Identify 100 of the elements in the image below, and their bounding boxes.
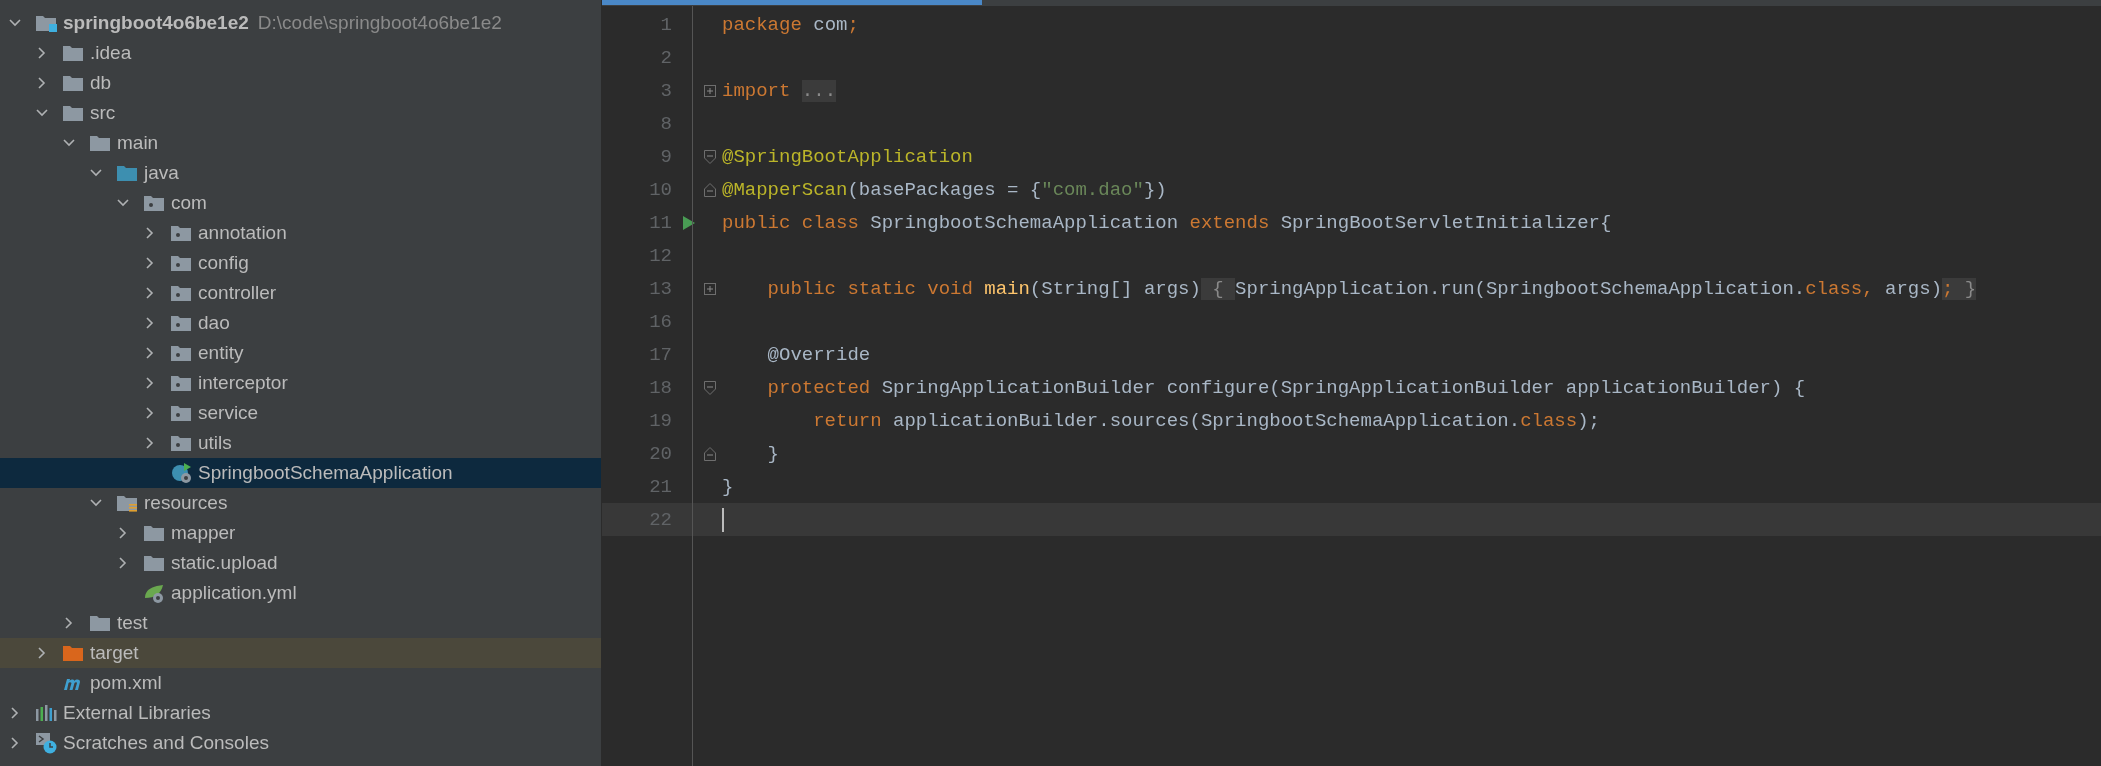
module-folder-icon	[35, 14, 57, 32]
tree-row[interactable]: src	[0, 98, 601, 128]
tree-item-label: test	[117, 612, 148, 634]
line-number: 10	[648, 178, 672, 201]
code-line: }	[722, 475, 734, 498]
tree-row[interactable]: .idea	[0, 38, 601, 68]
tree-item-label: External Libraries	[63, 702, 211, 724]
code-line: @MapperScan(basePackages = {"com.dao"})	[722, 178, 1167, 201]
tree-item-label: .idea	[90, 42, 132, 64]
tree-item-label: src	[90, 102, 116, 124]
class-icon	[170, 462, 192, 484]
line-number: 9	[659, 145, 672, 168]
code-line: protected SpringApplicationBuilder configure(SpringApplicationBuilder applicationBuilder) {	[766, 376, 1806, 399]
folder-icon	[143, 554, 165, 572]
package-folder-icon	[170, 404, 192, 422]
collapse-fold-icon[interactable]	[704, 149, 716, 164]
scratches-icon	[35, 732, 57, 754]
package-folder-icon	[170, 224, 192, 242]
folder-icon	[116, 164, 138, 182]
line-number: 8	[659, 112, 672, 135]
tree-item-label: pom.xml	[90, 672, 162, 694]
tree-row[interactable]: db	[0, 68, 601, 98]
expand-fold-icon[interactable]	[704, 84, 716, 97]
tree-row[interactable]: java	[0, 158, 601, 188]
tree-item-label: springboot4o6be1e2	[63, 12, 249, 34]
tree-item-label: Scratches and Consoles	[63, 732, 269, 754]
fold-end-icon[interactable]	[704, 182, 716, 197]
package-folder-icon	[170, 344, 192, 362]
tree-item-label: config	[198, 252, 249, 274]
package-folder-icon	[170, 254, 192, 272]
package-folder-icon	[170, 284, 192, 302]
line-number: 11	[648, 211, 672, 234]
folder-icon	[116, 494, 138, 512]
folder-icon	[62, 644, 84, 662]
tree-row[interactable]: entity	[0, 338, 601, 368]
excluded-folder-row[interactable]: target	[0, 638, 601, 668]
tree-item-label: mapper	[171, 522, 236, 544]
tree-item-label: resources	[144, 492, 228, 514]
folder-icon	[89, 614, 111, 632]
tree-item-label: application.yml	[171, 582, 297, 604]
package-folder-icon	[170, 374, 192, 392]
code-line: public static void main(String[] args) { SpringApplication.run(SpringbootSchemaApplication.class, args); }	[766, 277, 1977, 300]
tree-item-label: main	[117, 132, 159, 154]
tree-item-label: service	[198, 402, 259, 424]
tree-row[interactable]: dao	[0, 308, 601, 338]
collapse-fold-icon[interactable]	[704, 380, 716, 395]
tree-row[interactable]: controller	[0, 278, 601, 308]
code-line: import ...	[722, 79, 837, 102]
tree-item-label: target	[90, 642, 139, 664]
folder-icon	[62, 44, 84, 62]
project-path: D:\code\springboot4o6be1e2	[257, 12, 502, 34]
tree-row[interactable]: annotation	[0, 218, 601, 248]
code-line: @SpringBootApplication	[722, 145, 973, 168]
expand-fold-icon[interactable]	[704, 282, 716, 295]
tree-item-label: entity	[198, 342, 244, 364]
package-folder-icon	[170, 434, 192, 452]
tree-row[interactable]: application.yml	[0, 578, 601, 608]
line-number: 19	[648, 409, 672, 432]
tree-row[interactable]: pom.xml	[0, 668, 601, 698]
tree-row[interactable]: com	[0, 188, 601, 218]
line-number: 17	[648, 343, 672, 366]
tree-row[interactable]: springboot4o6be1e2 D:\code\springboot4o6be1e2	[0, 8, 601, 38]
folder-icon	[143, 524, 165, 542]
tree-row[interactable]: static.upload	[0, 548, 601, 578]
tree-row[interactable]: service	[0, 398, 601, 428]
tree-row[interactable]: External Libraries	[0, 698, 601, 728]
line-number: 12	[648, 244, 672, 267]
selected-tree-row[interactable]: SpringbootSchemaApplication	[0, 458, 601, 488]
tree-item-label: utils	[198, 432, 232, 454]
line-number: 21	[648, 475, 672, 498]
tree-item-label: annotation	[198, 222, 287, 244]
tree-row[interactable]: resources	[0, 488, 601, 518]
tree-row[interactable]: config	[0, 248, 601, 278]
folder-icon	[89, 134, 111, 152]
code-line: public class SpringbootSchemaApplication extends SpringBootServletInitializer{	[722, 211, 1612, 234]
tree-row[interactable]: main	[0, 128, 601, 158]
tree-row[interactable]: test	[0, 608, 601, 638]
package-folder-icon	[170, 314, 192, 332]
tree-item-label: java	[144, 162, 179, 184]
folder-icon	[62, 74, 84, 92]
tree-item-label: dao	[198, 312, 230, 334]
fold-end-icon[interactable]	[704, 446, 716, 461]
tree-row[interactable]: mapper	[0, 518, 601, 548]
code-line: }	[766, 442, 779, 465]
tree-item-label: SpringbootSchemaApplication	[198, 462, 453, 484]
line-number: 13	[648, 277, 672, 300]
line-number: 20	[648, 442, 672, 465]
folder-icon	[62, 104, 84, 122]
code-line: package com;	[722, 13, 859, 36]
tree-item-label: controller	[198, 282, 277, 304]
code-line: return applicationBuilder.sources(SpringbootSchemaApplication.class);	[812, 409, 1600, 432]
libraries-icon	[35, 704, 57, 722]
tree-item-label: com	[171, 192, 207, 214]
run-icon[interactable]	[682, 214, 696, 231]
line-number: 1	[659, 13, 672, 36]
line-number: 18	[648, 376, 672, 399]
tree-row[interactable]: utils	[0, 428, 601, 458]
tree-row[interactable]: Scratches and Consoles	[0, 728, 601, 758]
tree-row[interactable]: interceptor	[0, 368, 601, 398]
line-number: 2	[659, 46, 672, 69]
